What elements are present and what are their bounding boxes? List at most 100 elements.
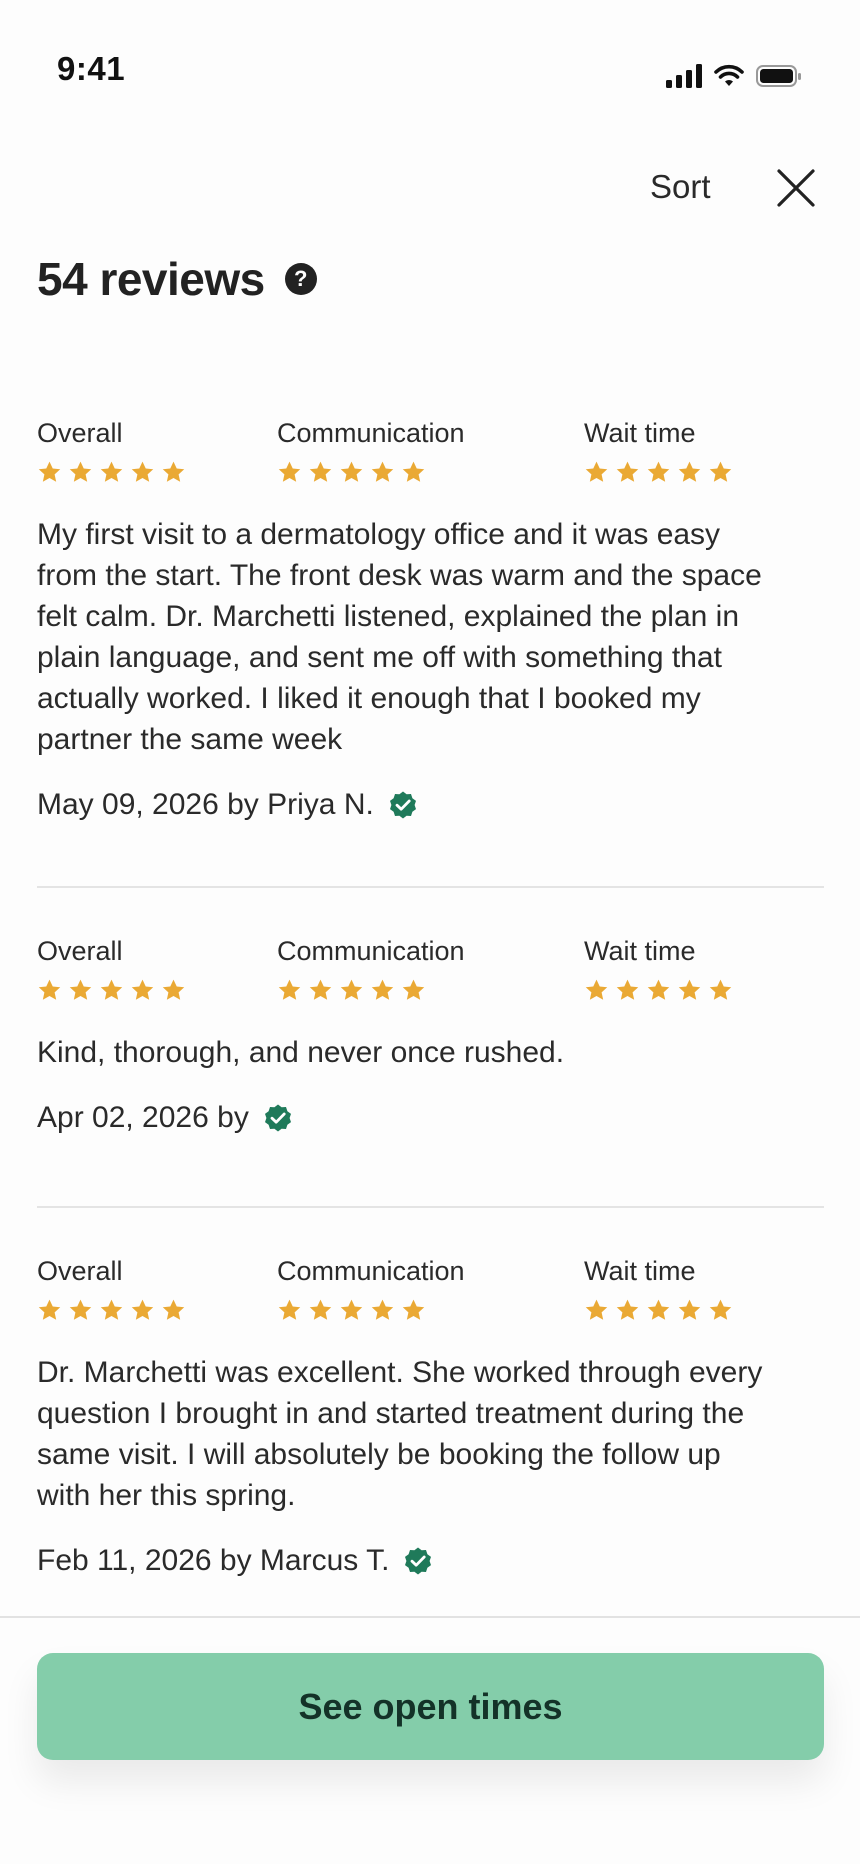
star-rating [37,1298,186,1323]
star-icon [678,1299,701,1320]
star-icon [371,461,394,482]
divider [37,886,824,888]
review-body: My first visit to a dermatology office a… [37,518,762,756]
star-icon [100,979,123,1000]
star-icon [131,1299,154,1320]
star-icon [309,1299,332,1320]
verified-badge-icon [403,1546,433,1576]
star-icon [709,979,732,1000]
star-rating [584,460,733,485]
star-icon [340,1299,363,1320]
review-byline: Feb 11, 2026 by Marcus T. [37,1544,824,1578]
star-icon [162,979,185,1000]
divider [37,1206,824,1208]
star-rating [37,978,186,1003]
star-rating [37,460,186,485]
rating-label: Wait time [584,418,696,448]
star-icon [647,461,670,482]
sort-button[interactable]: Sort [650,168,711,206]
star-rating [277,460,465,485]
review-byline: May 09, 2026 by Priya N. [37,788,824,822]
star-icon [38,461,61,482]
star-rating [584,978,733,1003]
review-date-author: May 09, 2026 by Priya N. [37,788,374,821]
rating-wait-time: Wait time [584,936,733,1003]
bottom-divider [0,1616,860,1618]
star-icon [678,461,701,482]
see-open-times-button[interactable]: See open times [37,1653,824,1760]
star-icon [162,1299,185,1320]
review-date-author: Apr 02, 2026 by [37,1101,249,1134]
verified-badge-icon [388,790,418,820]
rating-communication: Communication [277,936,465,1003]
star-icon [38,979,61,1000]
star-icon [100,461,123,482]
star-icon [371,1299,394,1320]
rating-label: Communication [277,418,465,448]
rating-row: Overall Communication Wait time [37,936,824,1016]
star-icon [278,979,301,1000]
rating-label: Communication [277,1256,465,1286]
verified-badge-icon [263,1103,293,1133]
star-icon [278,1299,301,1320]
star-icon [340,979,363,1000]
star-icon [585,979,608,1000]
status-time: 9:41 [57,50,126,87]
star-icon [100,1299,123,1320]
star-icon [69,979,92,1000]
close-icon [777,169,815,207]
star-icon [131,461,154,482]
rating-wait-time: Wait time [584,418,733,485]
rating-communication: Communication [277,418,465,485]
rating-overall: Overall [37,936,186,1003]
rating-communication: Communication [277,1256,465,1323]
review-body: Kind, thorough, and never once rushed. [37,1036,565,1069]
rating-overall: Overall [37,418,186,485]
star-icon [647,1299,670,1320]
verified-check-icon [405,1547,432,1575]
star-icon [585,1299,608,1320]
review-body: Dr. Marchetti was excellent. She worked … [37,1356,763,1512]
close-button[interactable] [774,166,818,210]
star-icon [309,461,332,482]
star-icon [402,461,425,482]
rating-label: Overall [37,936,123,966]
star-icon [585,461,608,482]
star-icon [616,461,639,482]
page-title: 54 reviews [37,253,265,305]
star-rating [277,978,465,1003]
star-icon [678,979,701,1000]
review-item: Overall Communication Wait time Kind, th… [37,936,824,1135]
rating-label: Wait time [584,936,696,966]
rating-row: Overall Communication Wait time [37,1256,824,1336]
verified-check-icon [264,1104,291,1132]
review-item: Overall Communication Wait time Dr. Marc… [37,1256,824,1578]
rating-label: Communication [277,936,465,966]
wifi-icon [714,64,744,86]
star-icon [162,461,185,482]
review-byline: Apr 02, 2026 by [37,1101,824,1135]
star-icon [402,979,425,1000]
star-icon [278,461,301,482]
star-icon [340,461,363,482]
battery-icon [756,65,801,87]
star-icon [616,1299,639,1320]
star-icon [647,979,670,1000]
star-icon [69,1299,92,1320]
star-icon [309,979,332,1000]
star-icon [69,461,92,482]
star-icon [402,1299,425,1320]
status-icons [666,62,802,90]
review-date-author: Feb 11, 2026 by Marcus T. [37,1544,390,1577]
reviews-screen: 9:41 Sort 54 reviews ? Overall Communica… [0,0,860,1864]
rating-row: Overall Communication Wait time [37,418,824,498]
help-icon[interactable]: ? [284,263,317,295]
star-icon [131,979,154,1000]
star-rating [277,1298,465,1323]
star-icon [371,979,394,1000]
rating-label: Overall [37,418,123,448]
title-row: 54 reviews ? [37,252,317,306]
rating-label: Wait time [584,1256,696,1286]
rating-wait-time: Wait time [584,1256,733,1323]
cellular-signal-icon [666,64,702,88]
